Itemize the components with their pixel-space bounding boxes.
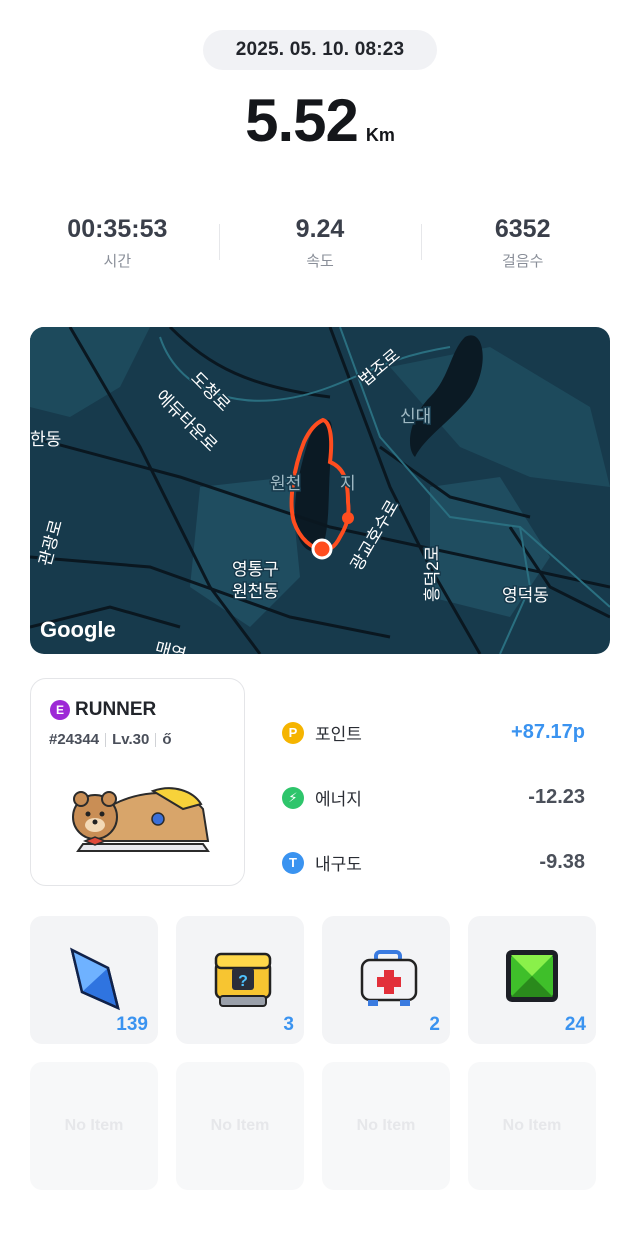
reward-label: 포인트 bbox=[315, 725, 362, 744]
blue-crystal-icon bbox=[70, 947, 120, 1011]
map-label: 도청로 bbox=[187, 368, 234, 415]
stat-speed-value: 9.24 bbox=[295, 215, 345, 243]
gender-icon: ő bbox=[162, 731, 172, 748]
reward-label: 에너지 bbox=[315, 790, 362, 809]
mystery-box-icon: ? bbox=[214, 952, 272, 1007]
map-label: 신대 bbox=[400, 407, 431, 426]
item-count: 24 bbox=[564, 1014, 586, 1035]
map-canvas: 에듀타운로 도청로 법조로 신대 원천 지 광교호수로 흥덕2로 영통구 원천동… bbox=[30, 327, 610, 654]
map-park bbox=[30, 327, 150, 417]
runner-id: #24344 bbox=[49, 731, 100, 748]
empty-item-label: No Item bbox=[210, 1117, 270, 1134]
item-tile-empty: No Item bbox=[468, 1062, 596, 1190]
distance-unit: Km bbox=[365, 125, 395, 145]
route-start-marker bbox=[342, 512, 354, 524]
divider bbox=[105, 732, 107, 747]
map-label: 영덕동 bbox=[502, 586, 549, 605]
map-label: 원천동 bbox=[232, 582, 279, 601]
map-label: 매영 bbox=[153, 639, 188, 654]
runner-level: Lv.30 bbox=[112, 731, 150, 748]
map-label: 영통구 bbox=[232, 560, 279, 579]
item-tile-empty: No Item bbox=[30, 1062, 158, 1190]
stat-time: 00:35:53 시간 bbox=[16, 212, 219, 272]
stat-time-label: 시간 bbox=[103, 253, 132, 270]
google-logo: Google bbox=[40, 617, 116, 642]
stat-steps: 6352 걸음수 bbox=[421, 212, 624, 272]
green-gem-icon bbox=[506, 950, 558, 1002]
reward-value: -9.38 bbox=[539, 851, 585, 873]
runner-header: E RUNNER bbox=[50, 699, 156, 721]
item-tile-empty: No Item bbox=[176, 1062, 304, 1190]
reward-row-points: P 포인트 +87.17p bbox=[282, 700, 588, 765]
map-label: 흥덕2로 bbox=[423, 546, 442, 602]
divider bbox=[155, 732, 157, 747]
reward-row-durability: T 내구도 -9.38 bbox=[282, 830, 588, 895]
distance-value: 5.52 bbox=[245, 87, 359, 154]
route-map[interactable]: 에듀타운로 도청로 법조로 신대 원천 지 광교호수로 흥덕2로 영통구 원천동… bbox=[30, 327, 610, 654]
item-tile-green-gem[interactable]: 24 bbox=[468, 916, 596, 1044]
item-count: 3 bbox=[283, 1014, 294, 1035]
item-tile-repair-kit[interactable]: 2 bbox=[322, 916, 450, 1044]
point-icon: P bbox=[282, 721, 304, 744]
map-label: 지 bbox=[340, 474, 356, 493]
distance-display: 5.52 Km bbox=[0, 86, 640, 154]
empty-item-label: No Item bbox=[356, 1117, 416, 1134]
empty-item-label: No Item bbox=[502, 1117, 562, 1134]
stat-speed-label: 속도 bbox=[306, 253, 334, 270]
map-label: 광교호수로 bbox=[347, 497, 403, 574]
reward-label: 내구도 bbox=[315, 855, 362, 874]
reward-value: +87.17p bbox=[511, 721, 585, 743]
repair-kit-icon bbox=[360, 950, 418, 1006]
item-tile-mystery-box[interactable]: ? 3 bbox=[176, 916, 304, 1044]
item-tile-crystal[interactable]: 139 bbox=[30, 916, 158, 1044]
runner-meta: #24344 Lv.30 ő bbox=[49, 731, 171, 748]
item-count: 139 bbox=[116, 1014, 148, 1035]
reward-list: P 포인트 +87.17p ⚡ 에너지 -12.23 T 내구도 -9.38 bbox=[282, 700, 588, 895]
reward-value: -12.23 bbox=[528, 786, 585, 808]
runner-card[interactable]: E RUNNER #24344 Lv.30 ő bbox=[30, 678, 245, 886]
route-end-marker bbox=[311, 538, 333, 560]
grade-badge: E bbox=[50, 700, 70, 720]
durability-icon: T bbox=[282, 851, 304, 874]
item-tile-empty: No Item bbox=[322, 1062, 450, 1190]
reward-row-energy: ⚡ 에너지 -12.23 bbox=[282, 765, 588, 830]
map-label: 한동 bbox=[30, 430, 61, 449]
map-label: 원천 bbox=[270, 474, 301, 493]
run-datetime: 2025. 05. 10. 08:23 bbox=[203, 30, 437, 70]
stat-steps-value: 6352 bbox=[494, 215, 551, 243]
item-count: 2 bbox=[429, 1014, 440, 1035]
stat-time-value: 00:35:53 bbox=[67, 215, 168, 243]
run-stats: 00:35:53 시간 9.24 속도 6352 걸음수 bbox=[16, 212, 624, 272]
empty-item-label: No Item bbox=[64, 1117, 124, 1134]
stat-steps-label: 걸음수 bbox=[501, 253, 544, 270]
bear-shoe-image bbox=[72, 787, 210, 852]
lightning-icon: ⚡ bbox=[282, 786, 304, 809]
stat-speed: 9.24 속도 bbox=[218, 212, 422, 272]
runner-type: RUNNER bbox=[75, 699, 157, 720]
svg-text:?: ? bbox=[238, 973, 248, 990]
